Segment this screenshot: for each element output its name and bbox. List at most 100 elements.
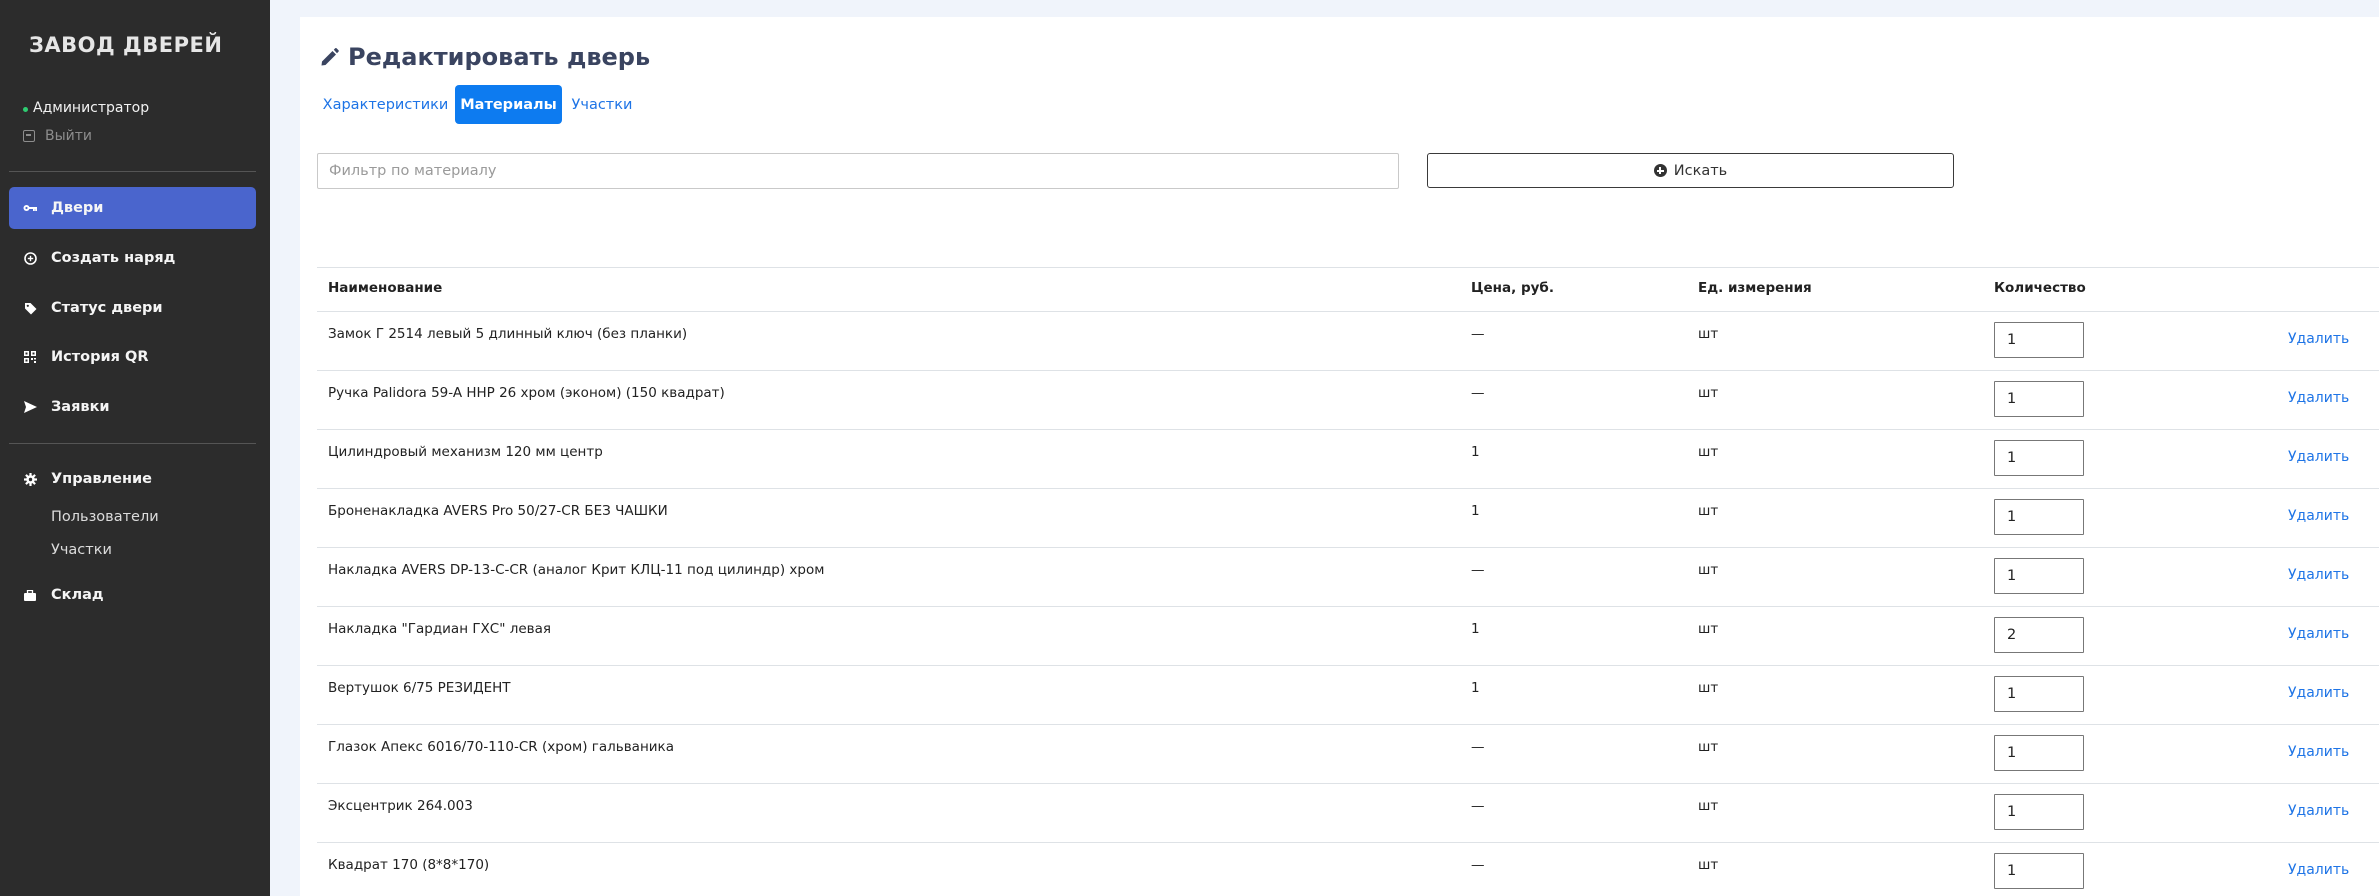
brand-title: ЗАВОД ДВЕРЕЙ xyxy=(29,33,223,57)
sidebar-item-label: Управление xyxy=(51,471,153,487)
material-price: — xyxy=(1471,857,1485,873)
tab-characteristics[interactable]: Характеристики xyxy=(320,85,451,124)
delete-link[interactable]: Удалить xyxy=(2288,744,2349,760)
quantity-input[interactable] xyxy=(1994,735,2084,771)
plus-circle-icon xyxy=(1653,164,1667,177)
material-name: Эксцентрик 264.003 xyxy=(328,798,473,814)
table-row: Глазок Апекс 6016/70-110-CR (хром) гальв… xyxy=(317,724,2379,783)
logout-link[interactable]: Выйти xyxy=(23,128,92,144)
material-name: Глазок Апекс 6016/70-110-CR (хром) гальв… xyxy=(328,739,674,755)
sidebar-item-management[interactable]: Управление xyxy=(9,458,256,500)
delete-link[interactable]: Удалить xyxy=(2288,685,2349,701)
table-top-border xyxy=(317,267,2379,268)
material-name: Квадрат 170 (8*8*170) xyxy=(328,857,490,873)
key-icon xyxy=(23,201,37,215)
table-row: Квадрат 170 (8*8*170) — шт Удалить xyxy=(317,842,2379,896)
logout-icon xyxy=(23,130,35,142)
sidebar-divider xyxy=(9,171,256,172)
sidebar-item-warehouse[interactable]: Склад xyxy=(9,574,256,616)
column-header-unit: Ед. измерения xyxy=(1698,280,1812,296)
table-row: Накладка "Гардиан ГХС" левая 1 шт Удалить xyxy=(317,606,2379,665)
quantity-input[interactable] xyxy=(1994,381,2084,417)
delete-link[interactable]: Удалить xyxy=(2288,449,2349,465)
online-status-icon xyxy=(23,107,28,112)
table-row: Замок Г 2514 левый 5 длинный ключ (без п… xyxy=(317,311,2379,370)
material-unit: шт xyxy=(1698,385,1719,401)
delete-link[interactable]: Удалить xyxy=(2288,626,2349,642)
sidebar-item-label: История QR xyxy=(51,349,149,365)
search-button[interactable]: Искать xyxy=(1427,153,1954,188)
material-price: — xyxy=(1471,562,1485,578)
material-name: Накладка "Гардиан ГХС" левая xyxy=(328,621,552,637)
material-unit: шт xyxy=(1698,562,1719,578)
quantity-input[interactable] xyxy=(1994,558,2084,594)
quantity-input[interactable] xyxy=(1994,676,2084,712)
material-unit: шт xyxy=(1698,798,1719,814)
column-header-price: Цена, руб. xyxy=(1471,280,1554,296)
quantity-input[interactable] xyxy=(1994,794,2084,830)
material-name: Цилиндровый механизм 120 мм центр xyxy=(328,444,603,460)
material-name: Вертушок 6/75 РЕЗИДЕНТ xyxy=(328,680,511,696)
table-row: Цилиндровый механизм 120 мм центр 1 шт Удал… xyxy=(317,429,2379,488)
table-row: Броненакладка AVERS Pro 50/27-CR БЕЗ ЧАШ… xyxy=(317,488,2379,547)
sidebar-item-qr-history[interactable]: История QR xyxy=(9,336,256,378)
sidebar-subitem-users[interactable]: Пользователи xyxy=(51,509,159,525)
material-unit: шт xyxy=(1698,444,1719,460)
material-unit: шт xyxy=(1698,680,1719,696)
sidebar-item-label: Склад xyxy=(51,587,104,603)
tab-sections[interactable]: Участки xyxy=(566,85,638,124)
delete-link[interactable]: Удалить xyxy=(2288,567,2349,583)
sidebar-item-door-status[interactable]: Статус двери xyxy=(9,287,256,329)
sidebar-divider xyxy=(9,443,256,444)
qr-code-icon xyxy=(23,350,37,364)
delete-link[interactable]: Удалить xyxy=(2288,862,2349,878)
material-unit: шт xyxy=(1698,739,1719,755)
sidebar-subitem-sections[interactable]: Участки xyxy=(51,542,112,558)
gear-icon xyxy=(23,472,37,486)
sidebar-item-requests[interactable]: Заявки xyxy=(9,386,256,428)
material-name: Накладка AVERS DP-13-C-CR (аналог Крит К… xyxy=(328,562,825,578)
material-price: — xyxy=(1471,326,1485,342)
delete-link[interactable]: Удалить xyxy=(2288,390,2349,406)
briefcase-icon xyxy=(23,588,37,602)
logout-label: Выйти xyxy=(45,128,93,144)
user-name: Администратор xyxy=(33,100,150,116)
sidebar-item-label: Заявки xyxy=(51,399,110,415)
material-unit: шт xyxy=(1698,857,1719,873)
material-price: 1 xyxy=(1471,444,1480,460)
sidebar: ЗАВОД ДВЕРЕЙ Администратор Выйти Двери С… xyxy=(0,0,270,896)
material-filter-input[interactable] xyxy=(317,153,1399,189)
table-row: Накладка AVERS DP-13-C-CR (аналог Крит К… xyxy=(317,547,2379,606)
quantity-input[interactable] xyxy=(1994,322,2084,358)
plus-circle-icon xyxy=(23,251,37,265)
sidebar-item-doors[interactable]: Двери xyxy=(9,187,256,229)
sidebar-item-create-order[interactable]: Создать наряд xyxy=(9,237,256,279)
delete-link[interactable]: Удалить xyxy=(2288,508,2349,524)
material-price: — xyxy=(1471,739,1485,755)
quantity-input[interactable] xyxy=(1994,853,2084,889)
material-name: Замок Г 2514 левый 5 длинный ключ (без п… xyxy=(328,326,688,342)
material-price: 1 xyxy=(1471,680,1480,696)
pencil-icon xyxy=(320,47,339,67)
quantity-input[interactable] xyxy=(1994,617,2084,653)
quantity-input[interactable] xyxy=(1994,499,2084,535)
material-price: 1 xyxy=(1471,503,1480,519)
sidebar-item-label: Создать наряд xyxy=(51,250,176,266)
page-title: Редактировать дверь xyxy=(320,43,650,71)
send-icon xyxy=(23,400,37,414)
delete-link[interactable]: Удалить xyxy=(2288,803,2349,819)
delete-link[interactable]: Удалить xyxy=(2288,331,2349,347)
sidebar-item-label: Двери xyxy=(51,200,104,216)
column-header-quantity: Количество xyxy=(1994,280,2086,296)
material-unit: шт xyxy=(1698,621,1719,637)
material-price: 1 xyxy=(1471,621,1480,637)
search-button-label: Искать xyxy=(1673,162,1728,179)
column-header-name: Наименование xyxy=(328,280,443,296)
page-title-text: Редактировать дверь xyxy=(348,43,651,71)
material-name: Ручка Palidora 59-A HHP 26 хром (эконом)… xyxy=(328,385,725,401)
material-unit: шт xyxy=(1698,503,1719,519)
material-price: — xyxy=(1471,385,1485,401)
quantity-input[interactable] xyxy=(1994,440,2084,476)
tab-materials[interactable]: Материалы xyxy=(455,85,562,124)
table-row: Ручка Palidora 59-A HHP 26 хром (эконом)… xyxy=(317,370,2379,429)
